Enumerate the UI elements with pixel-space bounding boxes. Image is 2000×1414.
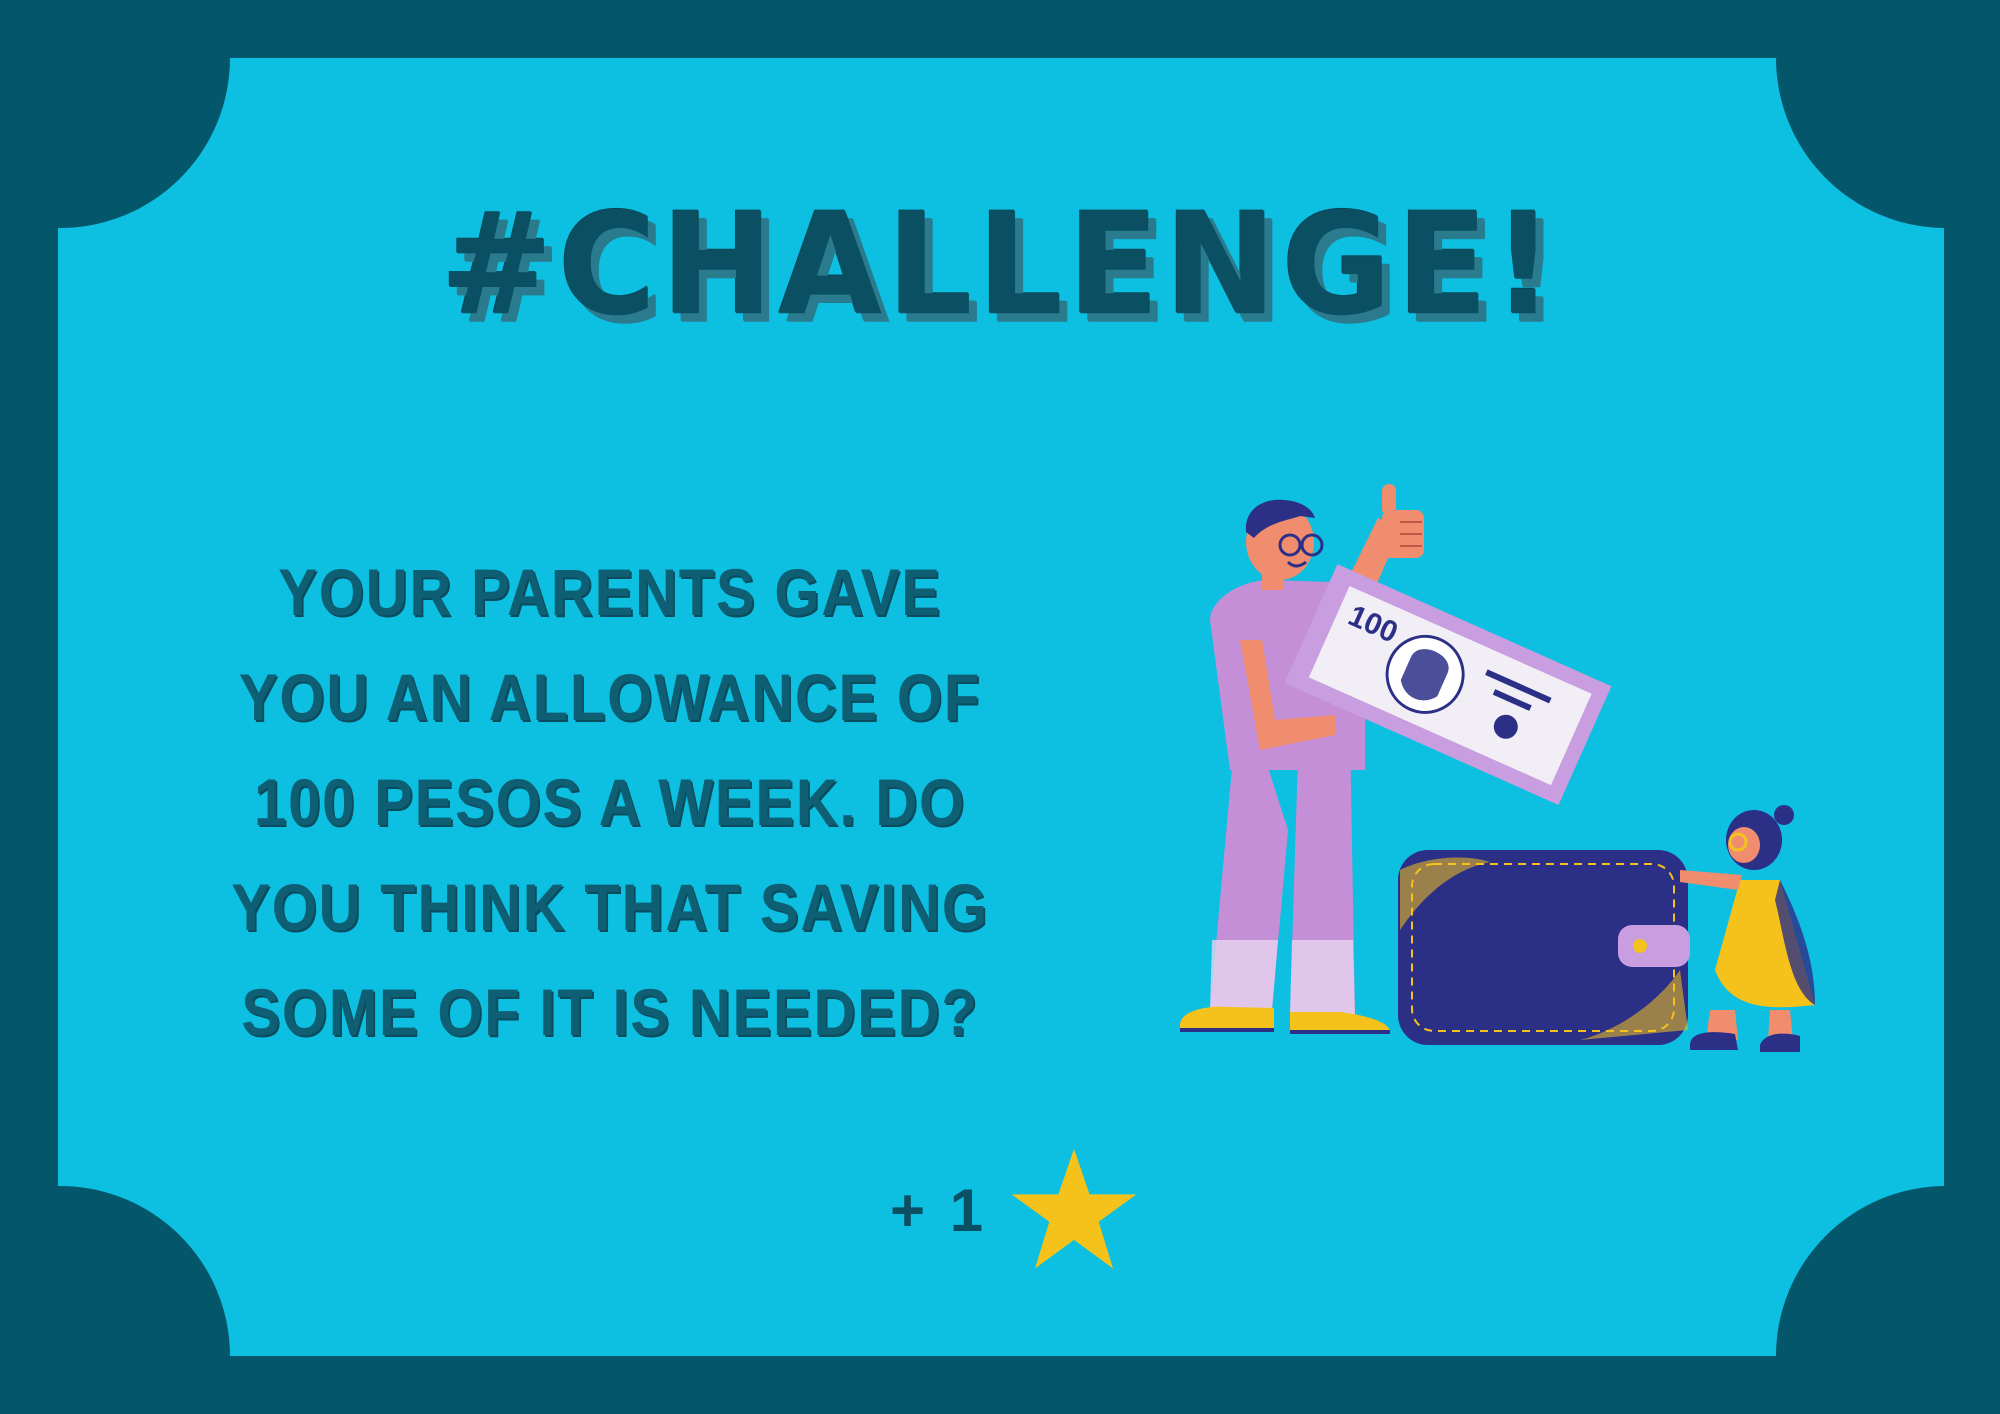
challenge-question: YOUR PARENTS GAVE YOU AN ALLOWANCE OF 10… (231, 555, 989, 1049)
page-title: #CHALLENGE! (440, 183, 1560, 347)
man-figure-icon (1180, 484, 1424, 1034)
challenge-card: #CHALLENGE! YOUR PARENTS GAVE YOU AN ALL… (0, 0, 2000, 1414)
wallet-icon (1398, 850, 1690, 1045)
reward-points: + 1 (890, 1176, 988, 1244)
saving-illustration: 100 (1180, 484, 1815, 1052)
reward-badge: + 1 (890, 1145, 1139, 1275)
child-figure-icon (1680, 805, 1815, 1052)
star-icon (1011, 1148, 1137, 1269)
